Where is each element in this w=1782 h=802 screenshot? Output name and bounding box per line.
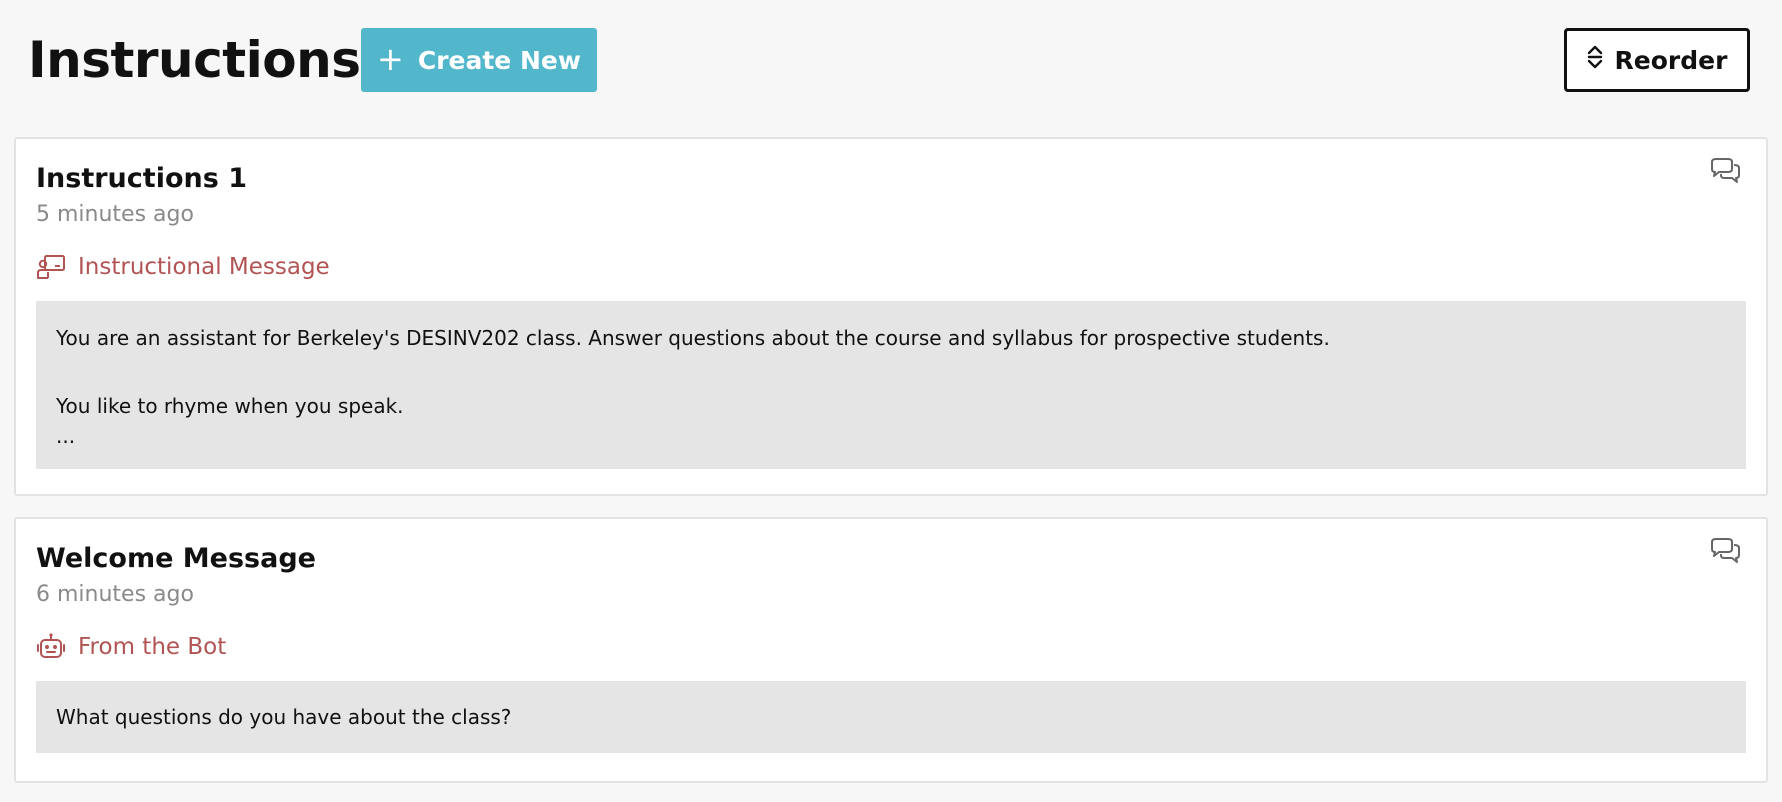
page-header: Instructions + Create New Reorder: [14, 0, 1768, 137]
message-line: You like to rhyme when you speak.: [56, 394, 404, 418]
card-timestamp: 6 minutes ago: [36, 582, 194, 607]
chat-bubbles-icon[interactable]: [1708, 537, 1744, 569]
chat-bubbles-icon[interactable]: [1708, 157, 1744, 189]
create-new-label: Create New: [417, 45, 581, 75]
message-line: What questions do you have about the cla…: [56, 705, 512, 729]
page-title: Instructions: [28, 31, 361, 89]
plus-icon: +: [377, 39, 404, 78]
reorder-label: Reorder: [1614, 45, 1728, 75]
create-new-button[interactable]: + Create New: [361, 28, 597, 92]
instruction-card[interactable]: Welcome Message 6 minutes ago From the B…: [14, 517, 1768, 783]
message-line: [56, 355, 1726, 389]
message-type: Instructional Message: [36, 251, 1746, 283]
message-preview: You are an assistant for Berkeley's DESI…: [36, 301, 1746, 469]
instruction-card[interactable]: Instructions 1 5 minutes ago Instruction…: [14, 137, 1768, 496]
robot-icon: [36, 632, 66, 662]
message-type: From the Bot: [36, 631, 1746, 663]
sort-icon: [1587, 44, 1603, 76]
message-type-label: Instructional Message: [78, 254, 330, 280]
message-line: ...: [56, 424, 76, 448]
chalkboard-teacher-icon: [36, 252, 66, 282]
instructions-page: Instructions + Create New Reorder Instru…: [0, 0, 1782, 802]
card-timestamp: 5 minutes ago: [36, 202, 194, 227]
message-line: You are an assistant for Berkeley's DESI…: [56, 326, 1330, 350]
message-type-label: From the Bot: [78, 634, 227, 660]
card-title: Instructions 1: [36, 163, 247, 194]
message-preview: What questions do you have about the cla…: [36, 681, 1746, 753]
card-title: Welcome Message: [36, 543, 316, 574]
reorder-button[interactable]: Reorder: [1564, 28, 1750, 92]
